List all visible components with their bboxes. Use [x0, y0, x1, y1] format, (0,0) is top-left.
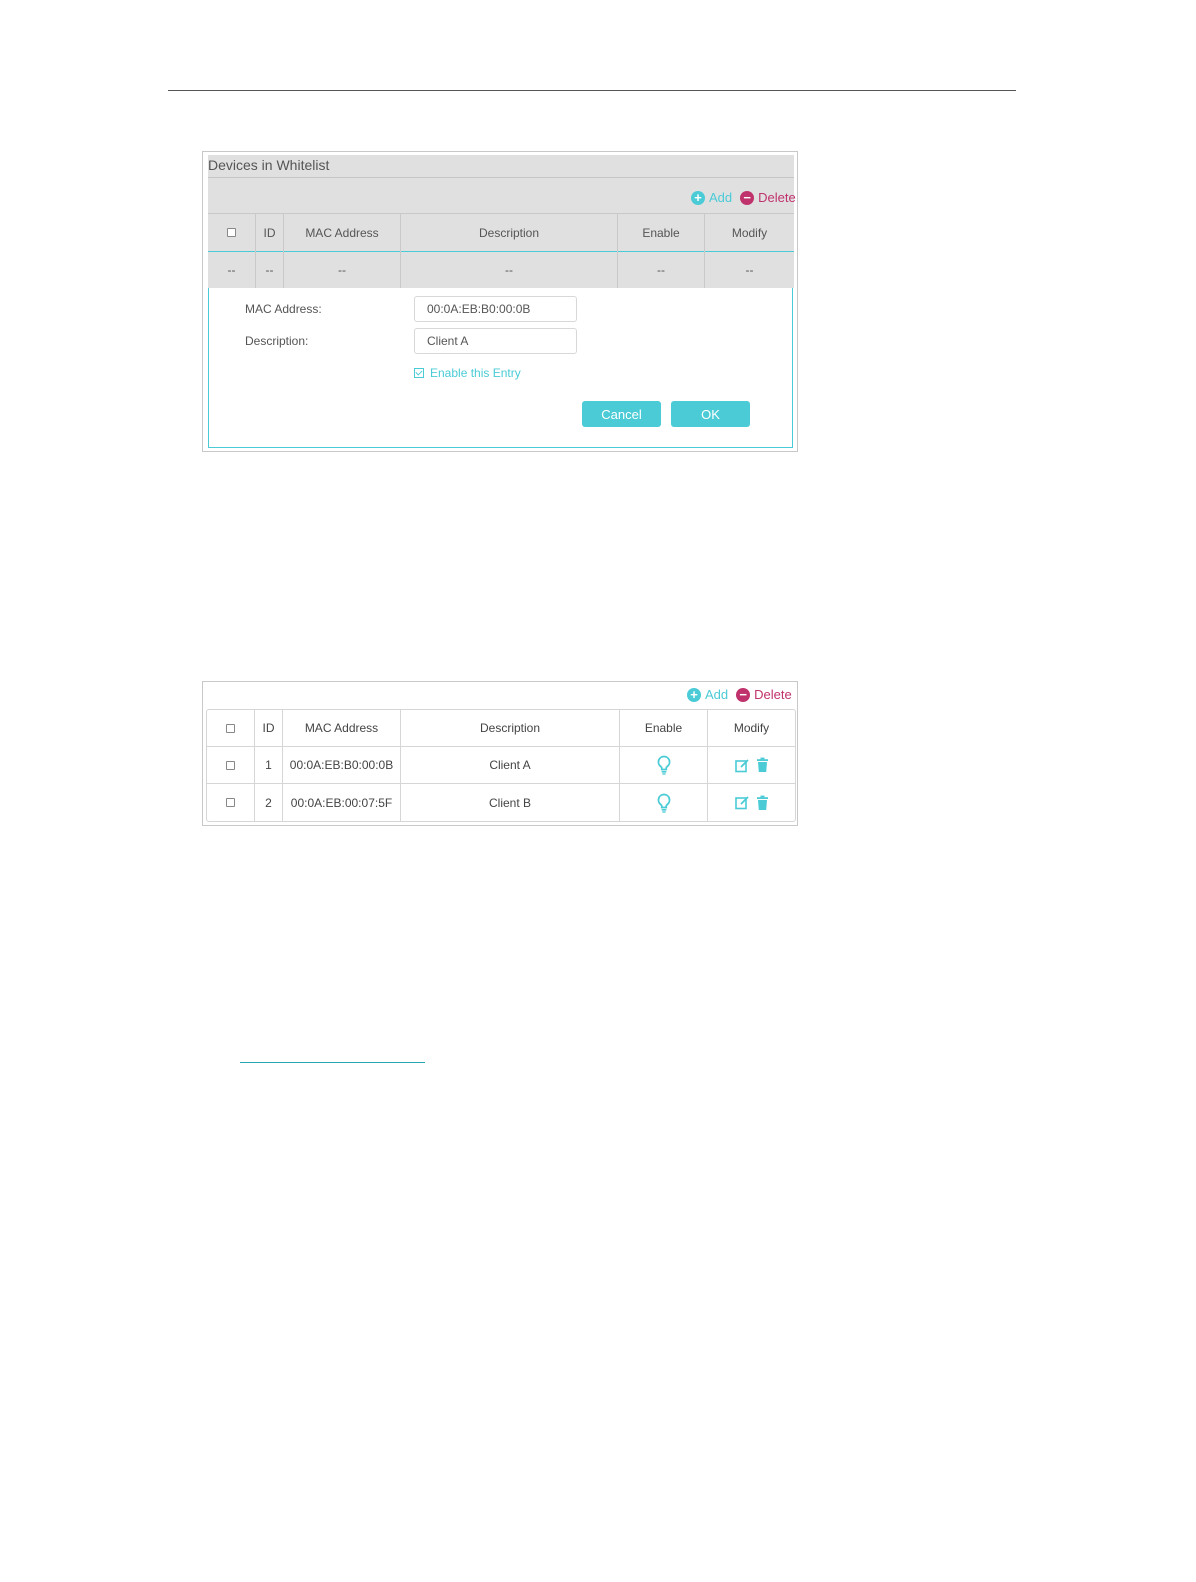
- footnote-rule: [240, 1062, 425, 1063]
- whitelist-result-screenshot: + Add − Delete ID MAC Address Descriptio…: [202, 681, 798, 826]
- col-mac-address: MAC Address: [284, 214, 401, 251]
- row-checkbox[interactable]: [226, 760, 235, 770]
- select-all-cell: [208, 214, 256, 251]
- row-mac: 00:0A:EB:00:07:5F: [283, 784, 401, 821]
- row-id: 2: [255, 784, 283, 821]
- enable-entry-checkbox[interactable]: Enable this Entry: [414, 366, 521, 380]
- row-cell: --: [618, 251, 705, 288]
- bulb-icon[interactable]: [656, 755, 672, 775]
- row-mac: 00:0A:EB:B0:00:0B: [283, 747, 401, 783]
- section-title: Devices in Whitelist: [208, 157, 330, 173]
- add-button[interactable]: + Add: [687, 687, 728, 702]
- col-enable: Enable: [620, 710, 708, 746]
- row-cell: --: [208, 251, 256, 288]
- col-modify: Modify: [733, 721, 770, 735]
- edit-icon[interactable]: [734, 795, 750, 810]
- bulb-icon[interactable]: [656, 793, 672, 813]
- row-enable-cell: [620, 747, 708, 783]
- select-all-cell: [207, 710, 255, 746]
- table-header: ID MAC Address Description Enable Modify: [208, 213, 794, 252]
- table-header: ID MAC Address Description Enable Modify: [207, 710, 795, 747]
- plus-circle-icon: +: [687, 687, 701, 702]
- table-row: -- -- -- -- -- --: [208, 251, 794, 288]
- delete-label: Delete: [754, 687, 792, 702]
- row-cell: --: [401, 251, 618, 288]
- col-description: Description: [401, 214, 618, 251]
- title-divider: [208, 177, 794, 178]
- mac-address-label: MAC Address:: [245, 302, 322, 316]
- row-checkbox[interactable]: [226, 798, 235, 807]
- minus-circle-icon: −: [736, 687, 751, 702]
- row-description: Client B: [401, 784, 620, 821]
- col-description: Description: [401, 710, 620, 746]
- delete-button[interactable]: − Delete: [736, 687, 792, 702]
- col-modify: Modify: [731, 225, 768, 240]
- row-select-cell: [207, 784, 255, 821]
- table-row: 2 00:0A:EB:00:07:5F Client B: [207, 784, 795, 821]
- whitelist-table: ID MAC Address Description Enable Modify…: [206, 709, 796, 822]
- cancel-button[interactable]: Cancel: [582, 401, 661, 427]
- table-toolbar: + Add − Delete: [679, 687, 792, 702]
- row-modify-cell: [708, 784, 795, 821]
- whitelist-table: ID MAC Address Description Enable Modify…: [208, 213, 794, 288]
- checkbox-checked-icon: [414, 368, 424, 378]
- row-cell: --: [745, 262, 754, 277]
- delete-button[interactable]: − Delete: [740, 190, 796, 205]
- select-all-checkbox[interactable]: [227, 228, 236, 237]
- row-description: Client A: [401, 747, 620, 783]
- description-input[interactable]: [414, 328, 577, 354]
- edit-entry-form: MAC Address: Description: Enable this En…: [208, 288, 793, 448]
- mac-address-input[interactable]: [414, 296, 577, 322]
- add-label: Add: [705, 687, 729, 702]
- row-cell: --: [284, 251, 401, 288]
- row-cell: --: [256, 251, 284, 288]
- table-toolbar: + Add − Delete: [683, 190, 796, 205]
- row-modify-cell: [708, 747, 795, 783]
- plus-circle-icon: +: [691, 190, 705, 205]
- description-label: Description:: [245, 334, 309, 348]
- whitelist-panel: Devices in Whitelist + Add − Delete ID M…: [208, 155, 796, 288]
- row-enable-cell: [620, 784, 708, 821]
- row-select-cell: [207, 747, 255, 783]
- row-id: 1: [255, 747, 283, 783]
- table-row: 1 00:0A:EB:B0:00:0B Client A: [207, 747, 795, 784]
- trash-icon[interactable]: [756, 795, 769, 811]
- add-label: Add: [709, 190, 733, 205]
- page-header-rule: [168, 90, 1016, 91]
- enable-entry-label: Enable this Entry: [430, 366, 521, 380]
- col-id: ID: [256, 214, 284, 251]
- whitelist-edit-screenshot: Devices in Whitelist + Add − Delete ID M…: [202, 151, 798, 452]
- add-button[interactable]: + Add: [691, 190, 732, 205]
- minus-circle-icon: −: [740, 190, 755, 205]
- ok-button[interactable]: OK: [671, 401, 750, 427]
- col-enable: Enable: [618, 214, 705, 251]
- select-all-checkbox[interactable]: [226, 723, 235, 733]
- delete-label: Delete: [758, 190, 796, 205]
- col-mac-address: MAC Address: [283, 710, 401, 746]
- trash-icon[interactable]: [756, 757, 769, 773]
- edit-icon[interactable]: [734, 758, 750, 773]
- col-id: ID: [255, 710, 283, 746]
